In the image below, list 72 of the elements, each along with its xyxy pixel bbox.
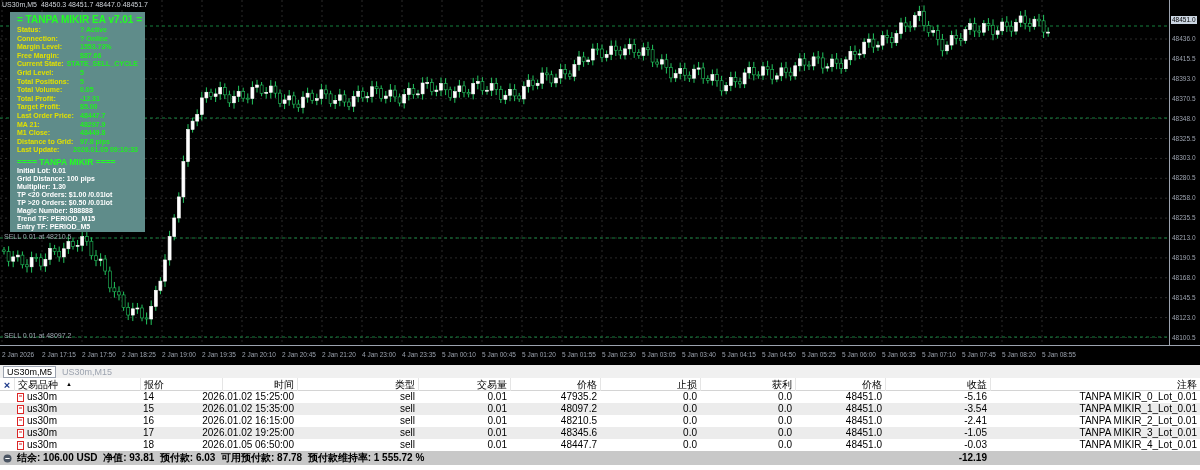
table-cell: 0.0 xyxy=(683,427,697,439)
column-header[interactable]: 价格 xyxy=(862,378,882,391)
chart-tab[interactable]: US30m,M5 xyxy=(3,366,56,378)
table-cell: us30m xyxy=(27,427,57,439)
table-cell: 0.01 xyxy=(487,427,507,439)
table-cell: -1.05 xyxy=(964,427,987,439)
table-cell: us30m xyxy=(27,403,57,415)
column-header[interactable]: 报价 xyxy=(144,378,164,391)
column-header[interactable]: 获利 xyxy=(772,378,792,391)
table-cell: 48451.0 xyxy=(845,427,882,439)
total-profit: -12.19 xyxy=(958,451,987,465)
table-cell: 2026.01.02 19:25:00 xyxy=(202,427,294,439)
column-header[interactable]: 类型 xyxy=(395,378,415,391)
table-cell: -2.41 xyxy=(964,415,987,427)
table-cell: TANPA MIKIR_0_Lot_0.01 xyxy=(1079,391,1197,403)
table-cell: 0.0 xyxy=(778,439,792,451)
column-header[interactable]: 交易量 xyxy=(477,378,507,391)
table-cell: 0.0 xyxy=(683,439,697,451)
table-cell: 48451.0 xyxy=(845,415,882,427)
table-cell: 48447.7 xyxy=(560,439,597,451)
table-cell: 0.0 xyxy=(683,415,697,427)
table-cell: 0.0 xyxy=(683,391,697,403)
column-header[interactable]: 止损 xyxy=(677,378,697,391)
table-cell: sell xyxy=(400,427,415,439)
table-cell: -5.16 xyxy=(964,391,987,403)
table-cell: 0.0 xyxy=(778,427,792,439)
table-cell: 0.01 xyxy=(487,391,507,403)
table-cell: TANPA MIKIR_3_Lot_0.01 xyxy=(1079,427,1197,439)
table-cell: 2026.01.02 15:35:00 xyxy=(202,403,294,415)
column-header[interactable]: 注释 xyxy=(1177,378,1197,391)
table-cell: 48097.2 xyxy=(560,403,597,415)
table-cell: 2026.01.02 15:25:00 xyxy=(202,391,294,403)
table-cell: 2026.01.05 06:50:00 xyxy=(202,439,294,451)
column-header[interactable]: 价格 xyxy=(577,378,597,391)
table-cell: 48345.6 xyxy=(560,427,597,439)
table-cell: sell xyxy=(400,439,415,451)
table-cell: 47935.2 xyxy=(560,391,597,403)
table-cell: -3.54 xyxy=(964,403,987,415)
table-cell: 48451.0 xyxy=(845,403,882,415)
table-cell: 0.0 xyxy=(778,403,792,415)
close-button[interactable]: × xyxy=(0,378,14,391)
column-header[interactable]: 时间 xyxy=(274,378,294,391)
account-summary: 结余: 106.00 USD 净值: 93.81 预付款: 6.03 可用预付款: 87.78 预付款维持率: 1 555.72 % xyxy=(17,452,425,463)
table-cell: 48451.0 xyxy=(845,439,882,451)
table-cell: 0.0 xyxy=(778,415,792,427)
table-cell: 2026.01.02 16:15:00 xyxy=(202,415,294,427)
table-cell: sell xyxy=(400,391,415,403)
table-cell: sell xyxy=(400,403,415,415)
section-title: ==== TANPA MIKIR ==== xyxy=(17,156,117,167)
table-cell: 17 xyxy=(143,427,155,439)
column-header[interactable]: 交易品种 xyxy=(18,378,58,391)
table-cell: 14 xyxy=(143,391,155,403)
table-cell: -0.03 xyxy=(964,439,987,451)
table-cell: us30m xyxy=(27,439,57,451)
table-cell: TANPA MIKIR_4_Lot_0.01 xyxy=(1079,439,1197,451)
table-cell: us30m xyxy=(27,415,57,427)
table-cell: 0.01 xyxy=(487,403,507,415)
column-header[interactable]: 收益 xyxy=(967,378,987,391)
table-cell: 18 xyxy=(143,439,155,451)
table-cell: sell xyxy=(400,415,415,427)
minus-circle-icon xyxy=(3,453,12,463)
table-cell: 48210.5 xyxy=(560,415,597,427)
table-cell: TANPA MIKIR_1_Lot_0.01 xyxy=(1079,403,1197,415)
table-cell: us30m xyxy=(27,391,57,403)
table-cell: 16 xyxy=(143,415,155,427)
table-cell: 0.01 xyxy=(487,439,507,451)
table-cell: 15 xyxy=(143,403,155,415)
table-cell: 0.0 xyxy=(778,391,792,403)
table-cell: 0.0 xyxy=(683,403,697,415)
table-cell: TANPA MIKIR_2_Lot_0.01 xyxy=(1079,415,1197,427)
table-cell: 48451.0 xyxy=(845,391,882,403)
table-cell: 0.01 xyxy=(487,415,507,427)
